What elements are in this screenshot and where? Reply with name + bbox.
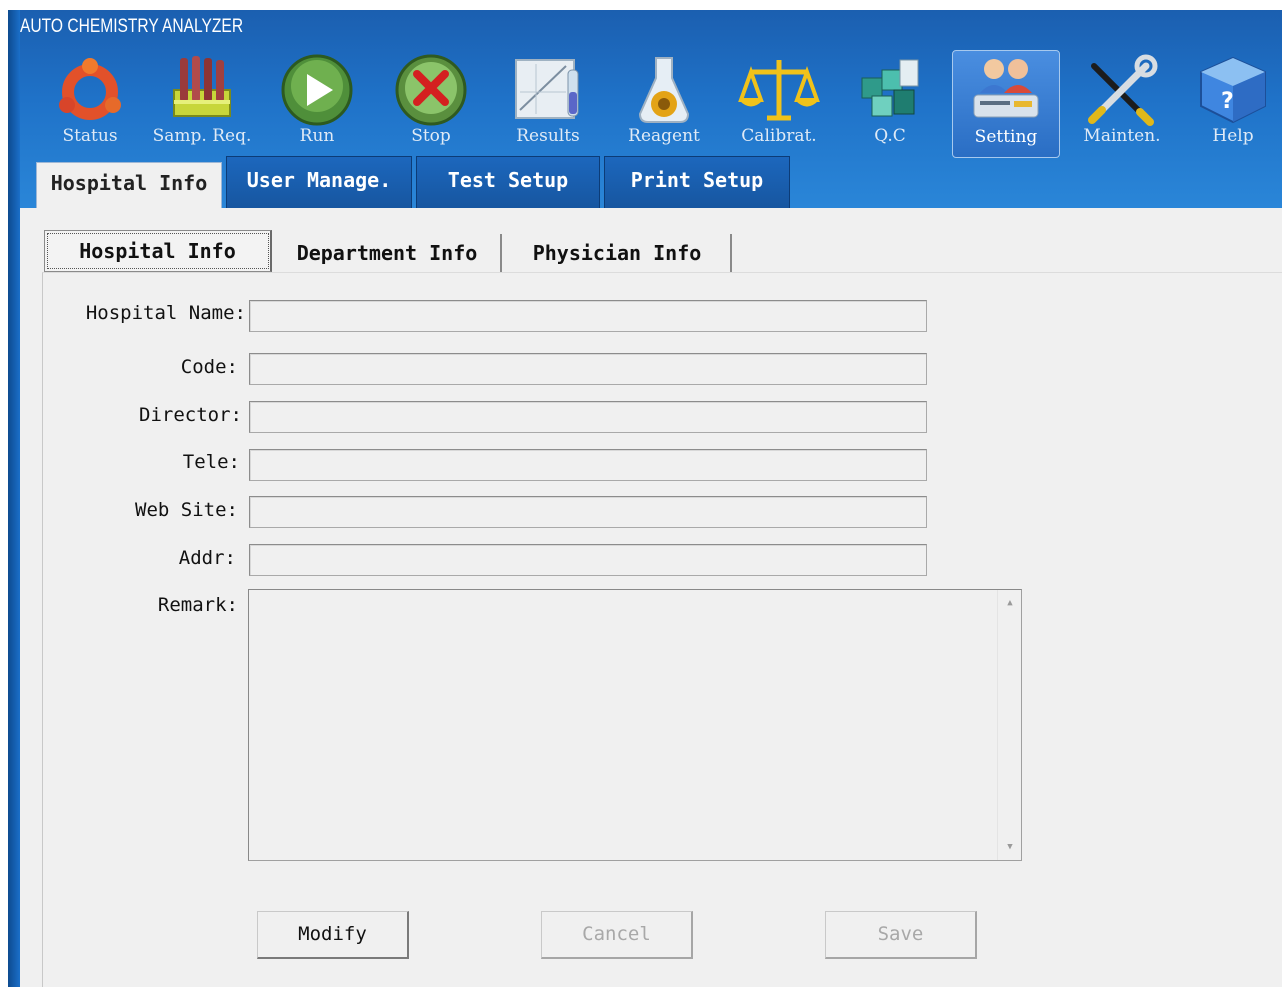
toolbar-status-button[interactable]: Status [44, 50, 136, 158]
toolbar-label: Calibrat. [741, 126, 817, 146]
qc-cubes-icon [861, 59, 919, 117]
save-button[interactable]: Save [825, 911, 977, 959]
tab-test-setup[interactable]: Test Setup [416, 156, 600, 208]
toolbar-label: Results [516, 126, 580, 146]
toolbar-qc-button[interactable]: Q.C [848, 50, 932, 158]
toolbar-run-button[interactable]: Run [272, 50, 362, 158]
toolbar-label: Run [299, 126, 335, 146]
window-left-edge [8, 10, 20, 987]
toolbar-label: Samp. Req. [152, 126, 252, 146]
addr-input[interactable] [249, 544, 927, 576]
results-chart-icon [515, 59, 579, 119]
tab-user-manage[interactable]: User Manage. [226, 156, 412, 208]
scroll-down-arrow-icon[interactable]: ▼ [998, 836, 1022, 858]
balance-scale-icon [738, 60, 820, 121]
toolbar-results-button[interactable]: Results [498, 50, 598, 158]
toolbar-label: Status [62, 126, 118, 146]
hospital-name-input[interactable] [249, 300, 927, 332]
toolbar-sample-request-button[interactable]: Samp. Req. [146, 50, 258, 158]
users-setting-icon [973, 59, 1039, 118]
tele-label: Tele: [182, 451, 240, 473]
remark-label: Remark: [157, 594, 238, 616]
toolbar-label: Q.C [874, 126, 906, 146]
toolbar-reagent-button[interactable]: Reagent [612, 50, 716, 158]
toolbar-label: Mainten. [1083, 126, 1161, 146]
toolbar-label: Stop [411, 126, 451, 146]
addr-label: Addr: [178, 547, 236, 569]
hospital-name-label: Hospital Name: [85, 302, 246, 324]
tele-input[interactable] [249, 449, 927, 481]
help-cube-icon: ? [1200, 56, 1266, 124]
main-toolbar: Status Samp. Req. Run Stop Results Reage… [8, 50, 1282, 160]
subtab-hospital-info[interactable]: Hospital Info [44, 230, 272, 272]
code-input[interactable] [249, 353, 927, 385]
toolbar-label: Setting [974, 127, 1038, 147]
window-title: AUTO CHEMISTRY ANALYZER [20, 16, 244, 37]
svg-text:?: ? [1221, 89, 1234, 114]
subtab-physician-info[interactable]: Physician Info [504, 234, 732, 272]
remark-scrollbar[interactable]: ▲ ▼ [997, 590, 1021, 860]
subtab-department-info[interactable]: Department Info [274, 234, 502, 272]
tab-print-setup[interactable]: Print Setup [604, 156, 790, 208]
toolbar-maintenance-button[interactable]: Mainten. [1070, 50, 1174, 158]
web-site-input[interactable] [249, 496, 927, 528]
stop-x-icon [395, 54, 467, 126]
director-label: Director: [139, 404, 242, 426]
sample-tubes-icon [173, 56, 231, 117]
remark-textarea[interactable]: ▲ ▼ [248, 589, 1022, 861]
tab-hospital-info[interactable]: Hospital Info [36, 162, 222, 208]
toolbar-label: Reagent [628, 126, 700, 146]
toolbar-calibration-button[interactable]: Calibrat. [724, 50, 834, 158]
director-input[interactable] [249, 401, 927, 433]
wrench-screwdriver-icon [1088, 54, 1158, 126]
web-site-label: Web Site: [135, 499, 238, 521]
reagent-flask-icon [638, 57, 690, 123]
toolbar-help-button[interactable]: ? Help [1190, 50, 1276, 158]
toolbar-label: Help [1212, 126, 1254, 146]
toolbar-stop-button[interactable]: Stop [386, 50, 476, 158]
play-icon [281, 54, 353, 126]
application-window: AUTO CHEMISTRY ANALYZER Status Samp. Req… [0, 0, 1282, 987]
code-label: Code: [180, 356, 238, 378]
modify-button[interactable]: Modify [257, 911, 409, 959]
cancel-button[interactable]: Cancel [541, 911, 693, 959]
content-panel: Hospital Info Department Info Physician … [20, 208, 1282, 987]
toolbar-setting-button[interactable]: Setting [952, 50, 1060, 158]
status-ring-icon [59, 58, 121, 120]
scroll-up-arrow-icon[interactable]: ▲ [998, 592, 1022, 614]
